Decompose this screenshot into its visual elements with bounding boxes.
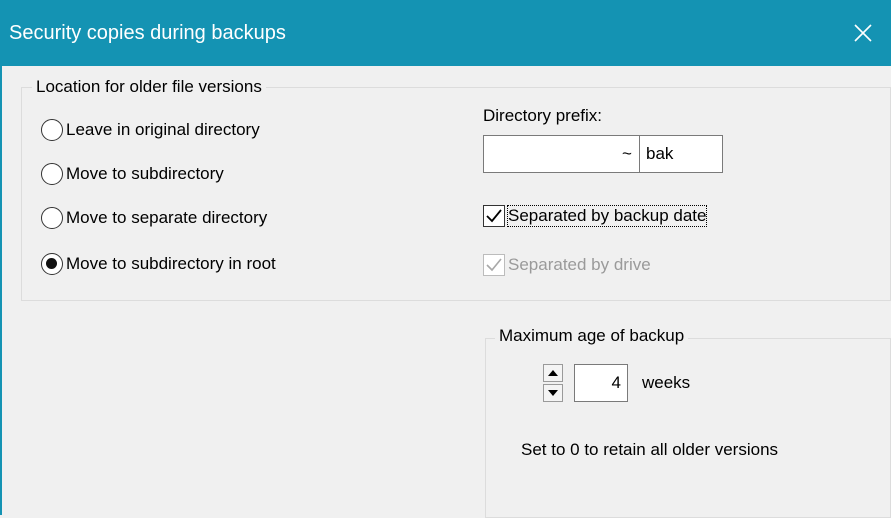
close-icon <box>854 24 872 42</box>
window-title: Security copies during backups <box>9 22 286 44</box>
age-spinner[interactable] <box>543 364 563 402</box>
radio-button[interactable] <box>41 119 63 141</box>
checkbox-separated-by-drive[interactable]: Separated by drive <box>483 252 651 278</box>
spin-up-button[interactable] <box>543 364 563 382</box>
check-icon <box>486 209 502 223</box>
radio-button[interactable] <box>41 163 63 185</box>
caret-down-icon <box>548 390 558 396</box>
max-age-group-label: Maximum age of backup <box>495 326 689 346</box>
check-icon <box>486 258 502 272</box>
spin-down-button[interactable] <box>543 384 563 402</box>
close-button[interactable] <box>835 0 891 66</box>
radio-label: Move to separate directory <box>66 208 268 227</box>
directory-prefix-label: Directory prefix: <box>483 106 603 125</box>
radio-button-selected[interactable] <box>41 253 63 275</box>
age-value[interactable]: 4 <box>612 373 621 393</box>
checkbox-label: Separated by backup date <box>506 205 708 227</box>
max-age-hint: Set to 0 to retain all older versions <box>521 440 779 459</box>
radio-leave-original[interactable]: Leave in original directory <box>41 117 260 143</box>
title-bar: Security copies during backups <box>0 0 891 66</box>
directory-prefix-field[interactable]: ~ bak <box>483 135 723 173</box>
checkbox-disabled[interactable] <box>483 254 505 276</box>
age-unit-label: weeks <box>642 373 691 392</box>
prefix-value[interactable]: bak <box>646 144 673 164</box>
radio-move-separate[interactable]: Move to separate directory <box>41 205 267 231</box>
radio-label: Move to subdirectory <box>66 164 224 183</box>
dialog-body: Location for older file versions Leave i… <box>0 66 891 518</box>
prefix-divider <box>639 136 640 172</box>
location-group-label: Location for older file versions <box>32 77 266 97</box>
radio-button[interactable] <box>41 207 63 229</box>
checkbox[interactable] <box>483 205 505 227</box>
checkbox-label: Separated by drive <box>508 255 651 274</box>
radio-label: Move to subdirectory in root <box>66 254 276 273</box>
prefix-tilde: ~ <box>622 144 632 163</box>
age-value-field[interactable]: 4 <box>574 364 628 402</box>
radio-label: Leave in original directory <box>66 120 260 139</box>
radio-move-subdirectory[interactable]: Move to subdirectory <box>41 161 224 187</box>
caret-up-icon <box>548 370 558 376</box>
radio-move-root[interactable]: Move to subdirectory in root <box>41 251 276 277</box>
checkbox-separated-by-date[interactable]: Separated by backup date <box>483 203 708 229</box>
